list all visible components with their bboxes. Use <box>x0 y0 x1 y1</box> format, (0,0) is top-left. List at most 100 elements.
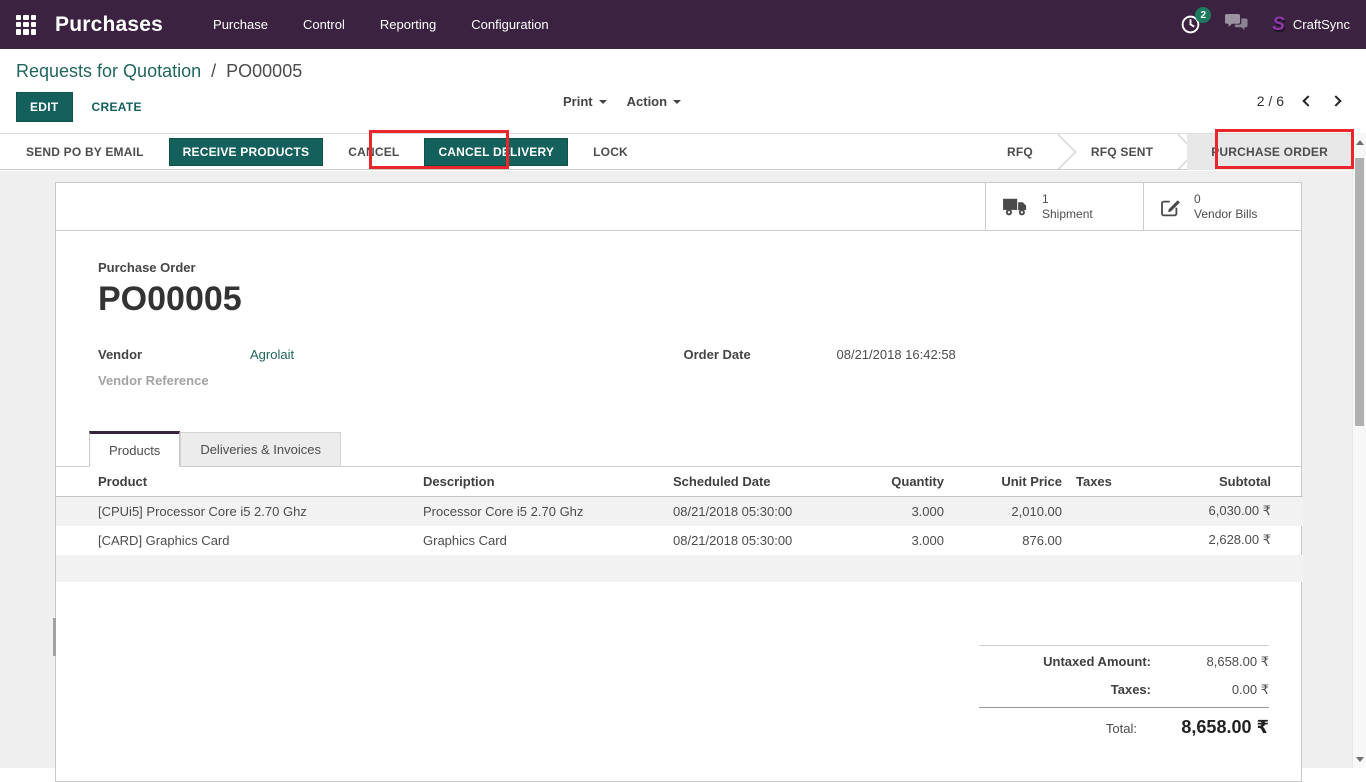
field-group: Vendor Agrolait Vendor Reference Order D… <box>98 347 1269 399</box>
breadcrumb-separator: / <box>211 61 216 81</box>
page-title: PO00005 <box>98 278 1269 320</box>
print-label: Print <box>563 94 593 109</box>
cell-taxes <box>1066 526 1126 555</box>
tab-products[interactable]: Products <box>89 431 180 467</box>
control-panel: Requests for Quotation / PO00005 EDIT CR… <box>0 49 1366 133</box>
action-dropdown[interactable]: Action <box>627 94 681 109</box>
col-taxes: Taxes <box>1066 467 1126 497</box>
app-title[interactable]: Purchases <box>55 13 163 37</box>
col-scheduled-date: Scheduled Date <box>669 467 849 497</box>
scrollbar-thumb[interactable] <box>1355 158 1364 426</box>
receive-products-button[interactable]: RECEIVE PRODUCTS <box>169 138 324 166</box>
order-date-field-row: Order Date 08/21/2018 16:42:58 <box>684 347 1270 362</box>
truck-icon <box>1001 197 1031 217</box>
cell-unit-price: 2,010.00 <box>948 497 1066 526</box>
state-arrow-separator <box>1057 134 1067 170</box>
vertical-scrollbar[interactable] <box>1352 133 1366 768</box>
action-menus: Print Action <box>563 94 681 109</box>
statusbar-buttons: SEND PO BY EMAIL RECEIVE PRODUCTS CANCEL… <box>16 138 638 166</box>
apps-grid-icon[interactable] <box>16 15 36 35</box>
doc-type-label: Purchase Order <box>98 260 1269 275</box>
totals-block: Untaxed Amount: 8,658.00 ₹ Taxes: 0.00 ₹… <box>979 645 1269 744</box>
shipment-label: Shipment <box>1042 207 1093 222</box>
pager-next-icon[interactable] <box>1330 95 1341 106</box>
notebook-tabs: Products Deliveries & Invoices <box>56 431 1301 467</box>
sheet-body: Purchase Order PO00005 Vendor Agrolait V… <box>56 231 1301 582</box>
state-purchase-order[interactable]: PURCHASE ORDER <box>1187 134 1352 170</box>
vendor-bills-smart-button[interactable]: 0 Vendor Bills <box>1143 183 1301 230</box>
cell-taxes <box>1066 497 1126 526</box>
form-sheet: 1 Shipment 0 Vendor Bills Purchase Order… <box>55 182 1302 782</box>
cell-subtotal: 6,030.00 ₹ <box>1126 497 1303 526</box>
smart-button-box: 1 Shipment 0 Vendor Bills <box>56 183 1301 231</box>
vendor-bills-label: Vendor Bills <box>1194 207 1257 222</box>
tab-deliveries-invoices[interactable]: Deliveries & Invoices <box>180 432 341 466</box>
create-button[interactable]: CREATE <box>83 93 151 121</box>
caret-down-icon <box>673 100 681 104</box>
untaxed-amount-value: 8,658.00 ₹ <box>1151 654 1269 670</box>
breadcrumb: Requests for Quotation / PO00005 <box>16 61 302 82</box>
cell-subtotal: 2,628.00 ₹ <box>1126 526 1303 555</box>
navbar-right: 2 S CraftSync <box>1180 13 1350 36</box>
shipment-count: 1 <box>1042 192 1093 207</box>
activities-clock-icon[interactable]: 2 <box>1180 14 1201 35</box>
vendor-reference-field-row: Vendor Reference <box>98 373 684 388</box>
col-unit-price: Unit Price <box>948 467 1066 497</box>
menu-purchase[interactable]: Purchase <box>213 17 268 32</box>
caret-down-icon <box>599 100 607 104</box>
menu-control[interactable]: Control <box>303 17 345 32</box>
menu-configuration[interactable]: Configuration <box>471 17 548 32</box>
cancel-button[interactable]: CANCEL <box>338 139 409 165</box>
user-menu[interactable]: S CraftSync <box>1272 15 1350 34</box>
scrollbar-up-icon[interactable] <box>1353 136 1366 148</box>
untaxed-amount-label: Untaxed Amount: <box>979 654 1151 669</box>
total-row: Total: 8,658.00 ₹ <box>979 707 1269 744</box>
cell-scheduled-date: 08/21/2018 05:30:00 <box>669 497 849 526</box>
lock-button[interactable]: LOCK <box>583 139 638 165</box>
taxes-label: Taxes: <box>979 682 1151 697</box>
print-dropdown[interactable]: Print <box>563 94 607 109</box>
col-description: Description <box>419 467 669 497</box>
state-arrow-separator <box>1177 134 1187 170</box>
order-lines-table: Product Description Scheduled Date Quant… <box>56 467 1303 582</box>
cell-scheduled-date: 08/21/2018 05:30:00 <box>669 526 849 555</box>
edit-button[interactable]: EDIT <box>16 92 73 122</box>
cell-product: [CARD] Graphics Card <box>56 526 419 555</box>
table-row[interactable]: [CPUi5] Processor Core i5 2.70 Ghz Proce… <box>56 497 1303 526</box>
col-subtotal: Subtotal <box>1126 467 1303 497</box>
cell-description: Processor Core i5 2.70 Ghz <box>419 497 669 526</box>
pager-count[interactable]: 2 / 6 <box>1257 93 1284 109</box>
pager-previous-icon[interactable] <box>1302 95 1313 106</box>
send-po-by-email-button[interactable]: SEND PO BY EMAIL <box>16 139 154 165</box>
cell-unit-price: 876.00 <box>948 526 1066 555</box>
breadcrumb-current: PO00005 <box>226 61 302 81</box>
cell-product: [CPUi5] Processor Core i5 2.70 Ghz <box>56 497 419 526</box>
status-widget: RFQ RFQ SENT PURCHASE ORDER <box>983 134 1352 170</box>
col-quantity: Quantity <box>849 467 948 497</box>
action-label: Action <box>627 94 667 109</box>
order-date-value: 08/21/2018 16:42:58 <box>837 347 956 362</box>
purchases-form-page: Purchases Purchase Control Reporting Con… <box>0 0 1366 768</box>
empty-table-row[interactable] <box>56 555 1303 582</box>
top-menu: Purchase Control Reporting Configuration <box>213 17 549 32</box>
cancel-delivery-button[interactable]: CANCEL DELIVERY <box>424 138 568 166</box>
statusbar: SEND PO BY EMAIL RECEIVE PRODUCTS CANCEL… <box>0 133 1366 170</box>
taxes-row: Taxes: 0.00 ₹ <box>979 676 1269 704</box>
total-label: Total: <box>979 721 1137 736</box>
order-date-label: Order Date <box>684 347 837 362</box>
record-pager: 2 / 6 <box>1257 93 1340 109</box>
cell-quantity: 3.000 <box>849 497 948 526</box>
shipment-smart-button[interactable]: 1 Shipment <box>985 183 1143 230</box>
total-value: 8,658.00 ₹ <box>1137 717 1269 738</box>
vendor-value-link[interactable]: Agrolait <box>250 347 294 362</box>
menu-reporting[interactable]: Reporting <box>380 17 436 32</box>
inner-scrollbar-fragment <box>53 618 56 656</box>
company-name: CraftSync <box>1293 17 1350 32</box>
cell-description: Graphics Card <box>419 526 669 555</box>
messages-icon[interactable] <box>1225 13 1248 36</box>
table-row[interactable]: [CARD] Graphics Card Graphics Card 08/21… <box>56 526 1303 555</box>
vendor-reference-label: Vendor Reference <box>98 373 250 388</box>
pencil-square-icon <box>1159 195 1183 219</box>
scrollbar-down-icon[interactable] <box>1353 753 1366 765</box>
breadcrumb-parent-link[interactable]: Requests for Quotation <box>16 61 201 81</box>
